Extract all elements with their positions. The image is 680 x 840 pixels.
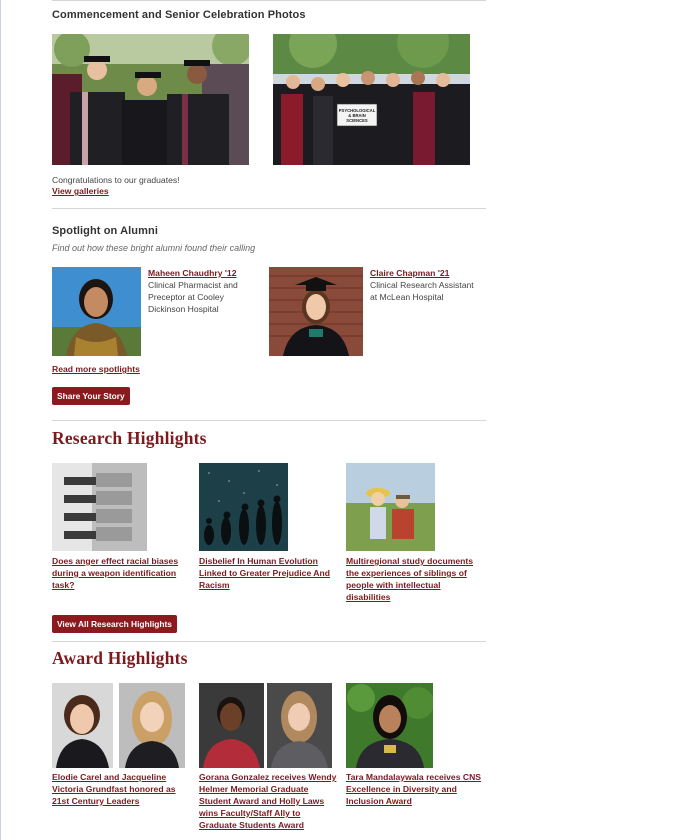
award-link-line[interactable]: Excellence in Diversity and (346, 783, 457, 795)
research-photo-evolution[interactable] (199, 463, 288, 551)
commencement-photo-1[interactable] (52, 34, 249, 165)
research-link-line[interactable]: Disbelief In Human Evolution (199, 555, 318, 567)
alumni-name-maheen[interactable]: Maheen Chaudhry '12 (148, 267, 236, 279)
award-link-line[interactable]: 21st Century Leaders (52, 795, 139, 807)
award-photo-gorana[interactable] (199, 683, 264, 768)
divider (52, 420, 486, 421)
alumni-desc-line: Clinical Research Assistant (370, 280, 474, 290)
award-link-line[interactable]: Student Award and Holly Laws (199, 795, 324, 807)
award-photo-jacqueline[interactable] (119, 683, 185, 768)
divider (52, 0, 486, 1)
award-photo-tara[interactable] (346, 683, 433, 768)
research-photo-siblings[interactable] (346, 463, 435, 551)
alumni-photo-maheen[interactable] (52, 267, 141, 356)
view-all-research-button[interactable]: View All Research Highlights (52, 615, 177, 633)
research-link-line[interactable]: people with intellectual (346, 579, 441, 591)
divider (52, 208, 486, 209)
research-link-line[interactable]: the experiences of siblings of (346, 567, 467, 579)
research-link-line[interactable]: Does anger effect racial biases (52, 555, 178, 567)
alumni-desc-line: Dickinson Hospital (148, 304, 219, 314)
research-photo-weapon[interactable] (52, 463, 147, 551)
alumni-name-claire[interactable]: Claire Chapman '21 (370, 267, 449, 279)
sign-text: PSYCHOLOGICAL & BRAIN SCIENCES (338, 108, 376, 123)
share-your-story-button[interactable]: Share Your Story (52, 387, 130, 405)
award-link-line[interactable]: Elodie Carel and Jacqueline (52, 771, 166, 783)
alumni-photo-claire[interactable] (269, 267, 363, 356)
research-link-line[interactable]: disabilities (346, 591, 390, 603)
alumni-desc-line: Preceptor at Cooley (148, 292, 224, 302)
award-photo-holly[interactable] (267, 683, 332, 768)
commencement-photo-2[interactable]: PSYCHOLOGICAL & BRAIN SCIENCES (273, 34, 470, 165)
view-galleries-link[interactable]: View galleries (52, 185, 109, 197)
research-link-line[interactable]: Racism (199, 579, 230, 591)
award-link-line[interactable]: wins Faculty/Staff Ally to (199, 807, 300, 819)
commencement-heading: Commencement and Senior Celebration Phot… (52, 9, 306, 21)
research-link-line[interactable]: during a weapon identification (52, 567, 176, 579)
alumni-desc-line: Clinical Pharmacist and (148, 280, 238, 290)
award-link-line[interactable]: Tara Mandalaywala receives CNS (346, 771, 481, 783)
award-link-line[interactable]: Gorana Gonzalez receives Wendy (199, 771, 336, 783)
divider (52, 641, 486, 642)
alumni-heading: Spotlight on Alumni (52, 225, 158, 237)
award-link-line[interactable]: Inclusion Award (346, 795, 412, 807)
research-link-line[interactable]: Linked to Greater Prejudice And (199, 567, 330, 579)
research-link-line[interactable]: task? (52, 579, 74, 591)
alumni-desc-line: at McLean Hospital (370, 292, 444, 302)
awards-heading: Award Highlights (52, 648, 188, 668)
alumni-subtitle: Find out how these bright alumni found t… (52, 243, 256, 253)
award-link-line[interactable]: Victoria Grundfast honored as (52, 783, 176, 795)
page-border (0, 0, 1, 840)
read-more-spotlights-link[interactable]: Read more spotlights (52, 363, 140, 375)
research-link-line[interactable]: Multiregional study documents (346, 555, 473, 567)
award-photo-elodie[interactable] (52, 683, 113, 768)
award-link-line[interactable]: Helmer Memorial Graduate (199, 783, 308, 795)
research-heading: Research Highlights (52, 428, 207, 448)
award-link-line[interactable]: Graduate Students Award (199, 819, 304, 831)
